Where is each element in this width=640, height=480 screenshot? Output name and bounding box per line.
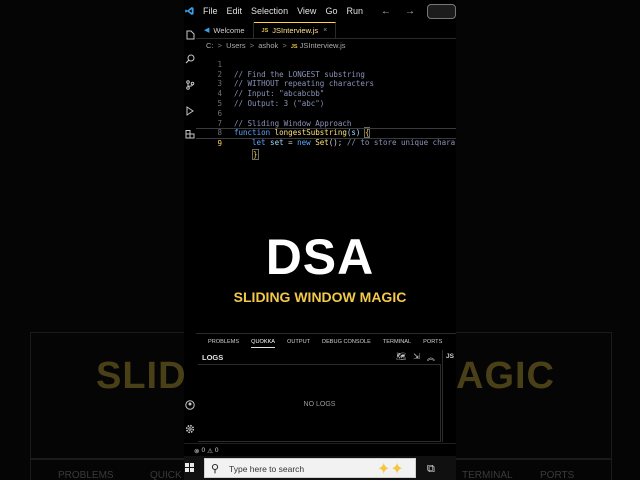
menu-edit[interactable]: Edit [227, 6, 243, 16]
sparkle-icon[interactable]: ✦✦ [377, 459, 404, 478]
tab-output[interactable]: OUTPUT [287, 337, 310, 347]
tab-jsinterview[interactable]: JS JSInterview.js × [253, 22, 337, 38]
code-comment: // to store unique charact [346, 138, 456, 148]
menu-selection[interactable]: Selection [251, 6, 288, 16]
tab-debug-console[interactable]: DEBUG CONSOLE [322, 337, 371, 347]
tab-ports[interactable]: PORTS [423, 337, 442, 347]
editor-tabs: ◀ Welcome JS JSInterview.js × [196, 22, 456, 39]
code-keyword: new [297, 138, 311, 148]
code-line-current: 9 } [196, 128, 456, 160]
overlay-title: DSA [265, 229, 375, 285]
source-control-icon[interactable] [185, 80, 195, 90]
breadcrumb-item[interactable]: Users [226, 41, 246, 50]
explorer-icon[interactable] [185, 30, 195, 40]
map-icon[interactable]: 🗺︎ [396, 352, 406, 363]
error-icon: ⊗ [194, 447, 200, 455]
line-number: 9 [217, 139, 222, 149]
close-icon[interactable]: × [323, 27, 327, 34]
problems-status[interactable]: ⊗ 0 ⚠ 0 [194, 447, 219, 455]
pin-icon[interactable]: ⇲ [413, 352, 420, 363]
code-line: 2 // WITHOUT repeating characters [196, 60, 456, 89]
logs-title: LOGS [202, 353, 224, 362]
code-line: 5 [196, 89, 456, 108]
breadcrumb-item[interactable]: ashok [258, 41, 278, 50]
warning-count: 0 [214, 447, 219, 454]
code-text: let set = new Set(); // to store unique … [252, 138, 456, 148]
menu-file[interactable]: File [203, 6, 218, 16]
windows-start-icon[interactable] [185, 463, 195, 473]
code-line: 1 // Find the LONGEST substring [196, 50, 456, 79]
breadcrumb-file[interactable]: JSInterview.js [300, 41, 346, 50]
breadcrumb: C: > Users > ashok > JS JSInterview.js [206, 41, 346, 50]
error-count: 0 [201, 447, 206, 454]
menu-bar: File Edit Selection View Go Run ← → [184, 0, 456, 22]
command-center-search[interactable] [426, 3, 456, 19]
extensions-icon[interactable] [185, 130, 195, 140]
code-line: 8 let set = new Set(); // to store uniqu… [196, 119, 456, 147]
no-logs-text: NO LOGS [303, 401, 336, 408]
js-file-icon: JS [261, 27, 269, 34]
vscode-icon: ◀ [204, 27, 210, 34]
search-icon[interactable] [185, 54, 195, 64]
code-line: 7 function longestSubstring(s) { [196, 109, 456, 139]
task-view-icon[interactable]: ⧉ [427, 462, 435, 476]
run-debug-icon[interactable] [185, 106, 195, 116]
code-line: 6 // Sliding Window Approach [196, 99, 456, 128]
background-panel-label: PROBLEMS [58, 470, 114, 480]
code-line: 3 // Input: "abcabcbb" [196, 70, 456, 98]
menu-run[interactable]: Run [346, 6, 363, 16]
tab-problems[interactable]: PROBLEMS [208, 337, 239, 347]
windows-taskbar: ⚲ Type here to search ✦✦ ⧉ [184, 456, 456, 480]
taskbar-search-input[interactable]: ⚲ Type here to search ✦✦ [204, 458, 416, 478]
vscode-window: File Edit Selection View Go Run ← → ◀ We… [184, 0, 456, 480]
code-class-name: Set [310, 138, 329, 148]
panel-divider[interactable] [442, 350, 443, 442]
logs-area: NO LOGS [198, 364, 441, 442]
warning-icon: ⚠ [207, 447, 213, 455]
code-text: } [252, 148, 259, 160]
tab-label: Welcome [213, 25, 245, 35]
background-text-right: AGIC [456, 355, 555, 397]
settings-gear-icon[interactable] [185, 424, 195, 434]
search-icon: ⚲ [211, 462, 220, 475]
code-operator: = [288, 138, 298, 148]
menu-go[interactable]: Go [325, 6, 337, 16]
code-keyword: let [252, 138, 266, 148]
breadcrumb-item[interactable]: C: [206, 41, 214, 50]
tab-welcome[interactable]: ◀ Welcome [196, 22, 254, 38]
vscode-logo-icon [185, 6, 194, 16]
panel-tabs: PROBLEMS QUOKKA OUTPUT DEBUG CONSOLE TER… [196, 333, 456, 350]
back-arrow-icon[interactable]: ← [381, 6, 391, 17]
code-call: (); [328, 138, 347, 148]
background-panel-label: PORTS [540, 470, 575, 480]
code-variable: set [265, 138, 289, 148]
overlay-subtitle: SLIDING WINDOW MAGIC [233, 289, 407, 305]
background-panel-label: QUICK [150, 470, 182, 480]
background-text-left: SLIDI [96, 355, 199, 397]
collapse-icon[interactable]: ︽ [427, 352, 435, 363]
logs-header: LOGS 🗺︎ ⇲ ︽ JS [196, 350, 456, 364]
background-panel-label: TERMINAL [462, 470, 513, 480]
breadcrumb-separator: > [282, 41, 287, 50]
tab-terminal[interactable]: TERMINAL [383, 337, 411, 347]
code-editor[interactable]: 1 // Find the LONGEST substring 2 // WIT… [196, 50, 456, 160]
code-brace: } [252, 148, 259, 160]
status-bar: ⊗ 0 ⚠ 0 [184, 443, 456, 457]
breadcrumb-separator: > [249, 41, 255, 50]
account-icon[interactable] [185, 400, 195, 410]
breadcrumb-separator: > [217, 41, 222, 50]
menu-view[interactable]: View [297, 6, 316, 16]
tab-quokka[interactable]: QUOKKA [251, 337, 276, 348]
code-line: 4 // Output: 3 ("abc") [196, 79, 456, 108]
side-panel-label: JS [446, 353, 454, 360]
search-placeholder: Type here to search [229, 464, 305, 474]
forward-arrow-icon[interactable]: → [405, 6, 415, 17]
tab-label: JSInterview.js [272, 26, 319, 35]
